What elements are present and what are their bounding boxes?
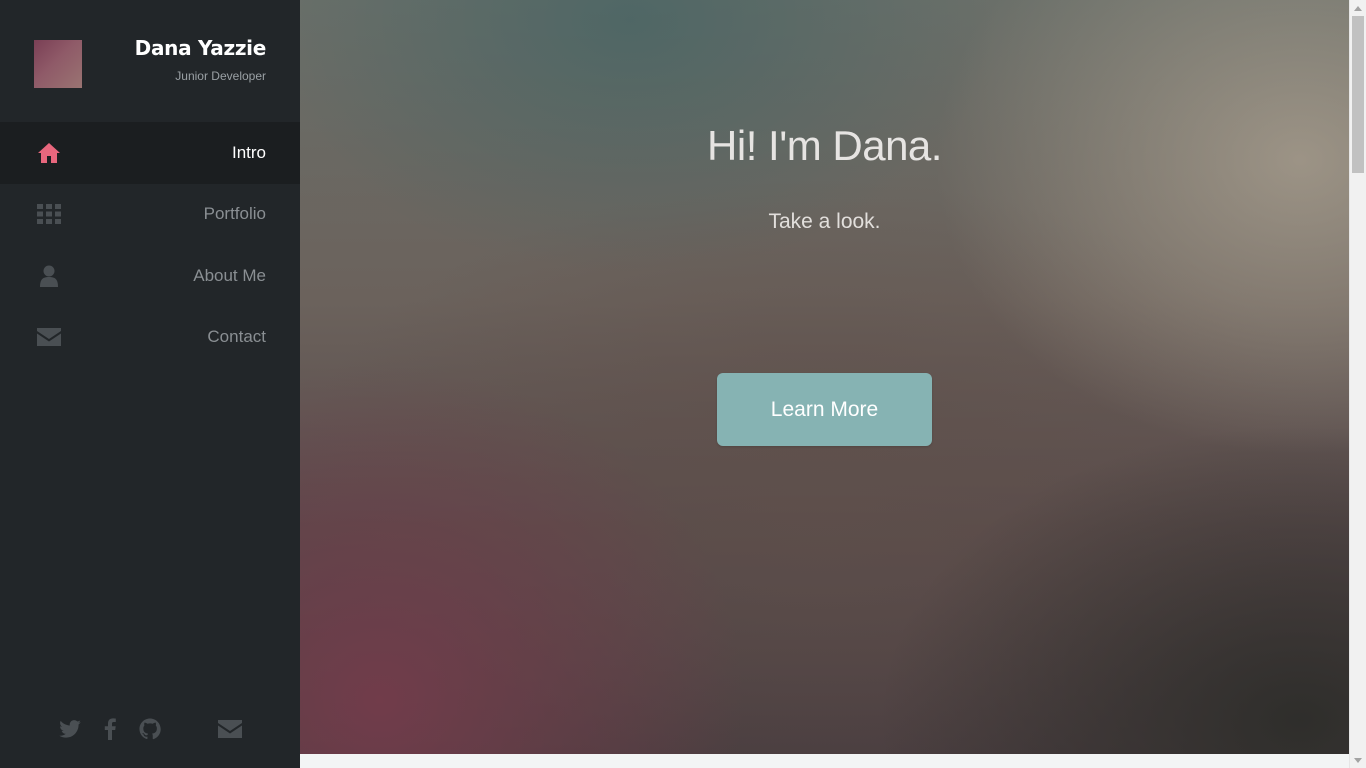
nav-item-about-me[interactable]: About Me bbox=[0, 245, 300, 307]
nav-label-portfolio: Portfolio bbox=[203, 204, 266, 224]
sidebar-nav: Intro Portfolio About Me Contact bbox=[0, 122, 300, 368]
learn-more-button[interactable]: Learn More bbox=[717, 373, 932, 446]
user-icon bbox=[36, 263, 62, 289]
nav-item-portfolio[interactable]: Portfolio bbox=[0, 184, 300, 246]
profile-name: Dana Yazzie bbox=[134, 36, 267, 60]
avatar bbox=[34, 40, 82, 88]
vertical-scrollbar[interactable] bbox=[1349, 0, 1366, 768]
envelope-icon[interactable] bbox=[218, 717, 242, 741]
sidebar: Dana Yazzie Junior Developer Intro Portf… bbox=[0, 0, 300, 768]
facebook-icon[interactable] bbox=[98, 717, 122, 741]
hero-section: Hi! I'm Dana. Take a look. Learn More bbox=[300, 0, 1349, 754]
scroll-down-arrow-icon[interactable] bbox=[1350, 752, 1366, 768]
grid-icon bbox=[36, 201, 62, 227]
twitter-icon[interactable] bbox=[58, 717, 82, 741]
nav-label-contact: Contact bbox=[207, 327, 266, 347]
app-window: Dana Yazzie Junior Developer Intro Portf… bbox=[0, 0, 1366, 768]
profile-header: Dana Yazzie Junior Developer bbox=[0, 0, 300, 121]
github-icon[interactable] bbox=[138, 717, 162, 741]
nav-label-about-me: About Me bbox=[193, 265, 266, 285]
hero-title: Hi! I'm Dana. bbox=[707, 122, 942, 169]
scroll-up-arrow-icon[interactable] bbox=[1350, 0, 1366, 16]
social-links bbox=[0, 712, 300, 746]
scrollbar-thumb[interactable] bbox=[1352, 16, 1364, 173]
nav-item-intro[interactable]: Intro bbox=[0, 122, 300, 184]
nav-label-intro: Intro bbox=[231, 142, 266, 162]
nav-item-contact[interactable]: Contact bbox=[0, 307, 300, 369]
home-icon bbox=[36, 140, 62, 166]
profile-role: Junior Developer bbox=[175, 69, 266, 83]
envelope-icon bbox=[36, 324, 62, 350]
hero-subtitle: Take a look. bbox=[768, 210, 881, 233]
